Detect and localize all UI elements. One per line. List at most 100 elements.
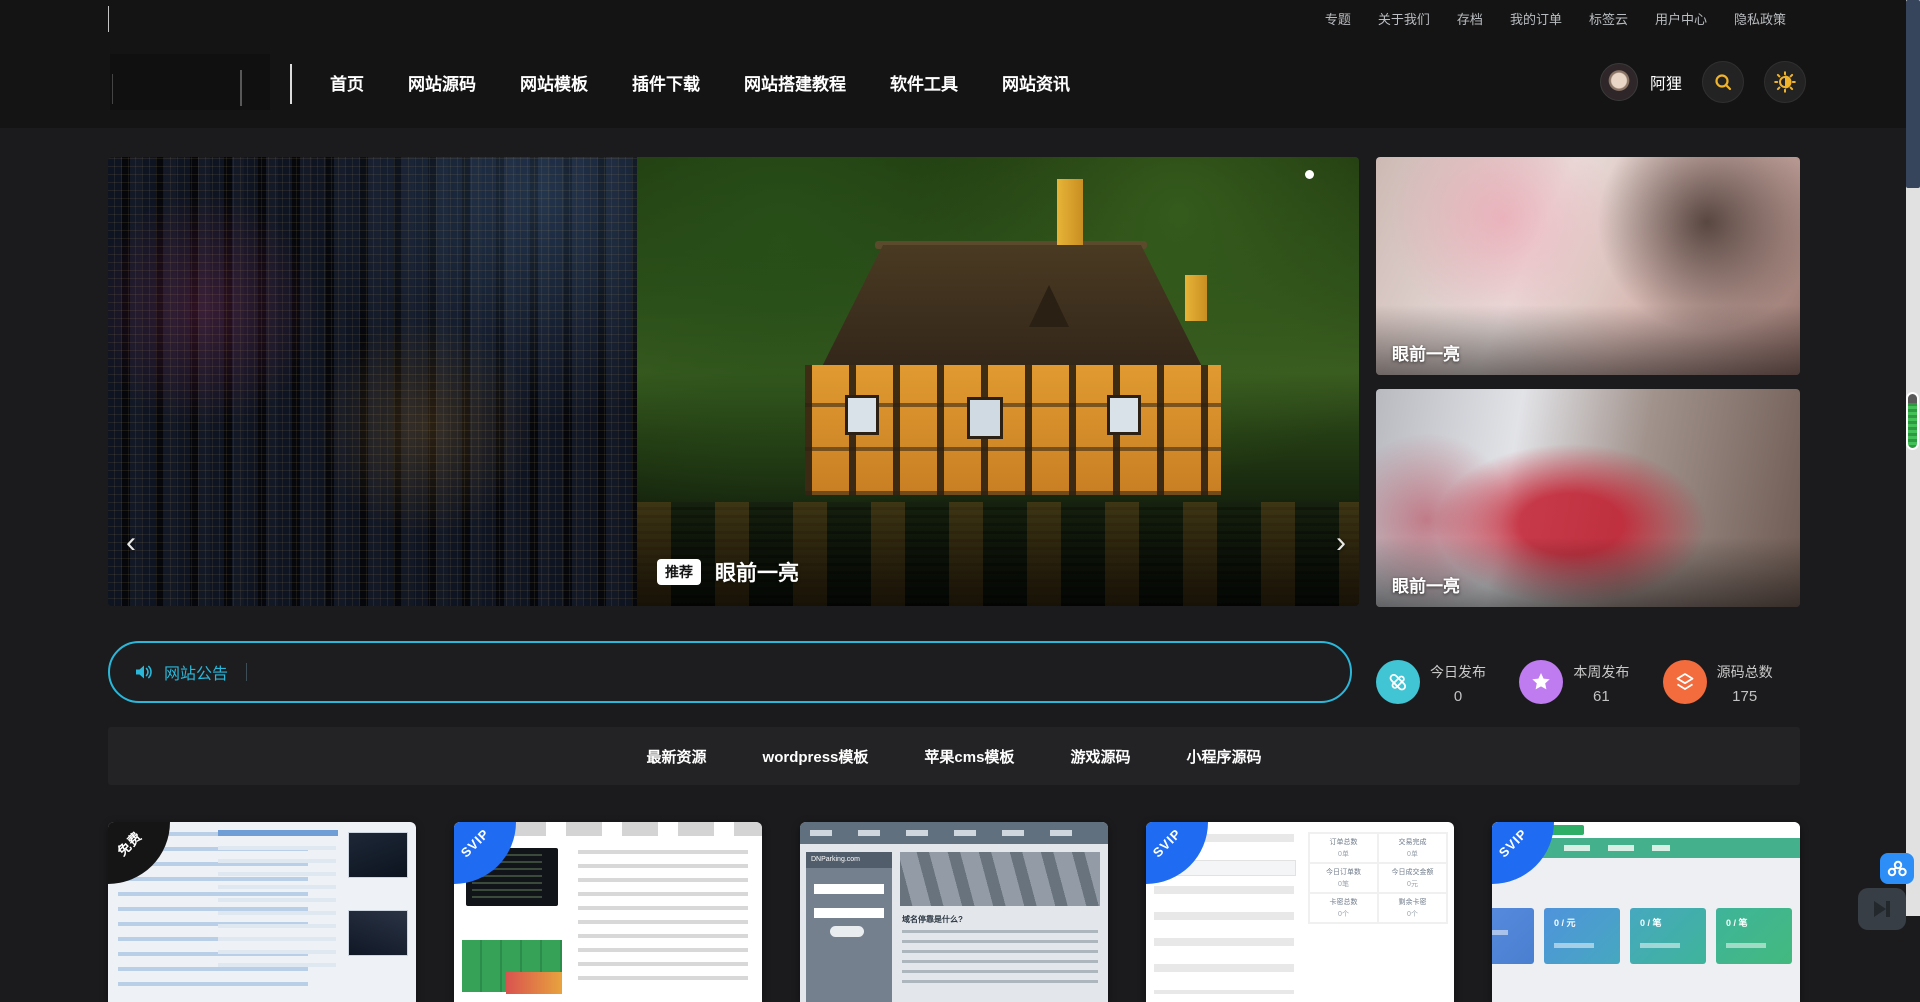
resource-card[interactable]: 0 / 元 0 / 笔 0 / 笔 SVIP (1492, 822, 1800, 1002)
nav-divider (290, 64, 292, 104)
slide-dim-overlay (108, 157, 637, 606)
resource-card[interactable]: 免费 (108, 822, 416, 1002)
nav-item-templates[interactable]: 网站模板 (520, 70, 588, 95)
nav-item-site-news[interactable]: 网站资讯 (1002, 70, 1070, 95)
thumbnail-image (348, 832, 408, 878)
resource-card[interactable]: SVIP (454, 822, 762, 1002)
stat-total: 源码总数 175 (1663, 660, 1806, 705)
topbar-link-privacy[interactable]: 隐私政策 (1734, 9, 1786, 28)
grid-label: 剩余卡密 (1381, 897, 1444, 907)
thumbnail-button (830, 926, 864, 937)
tab-wordpress[interactable]: wordpress模板 (763, 746, 869, 767)
topbar-link-topics[interactable]: 专题 (1325, 9, 1351, 28)
tile-value: 0 / 笔 (1726, 918, 1748, 928)
carousel-slide-city-night[interactable] (108, 157, 637, 606)
cottage-roof (797, 245, 1227, 365)
slide-title[interactable]: 眼前一亮 (715, 557, 799, 587)
grid-cell: 交易完成 0单 (1378, 833, 1447, 863)
user-area: 阿狸 (1600, 36, 1806, 128)
brightness-icon (1774, 71, 1796, 93)
search-icon (1713, 72, 1733, 92)
tile-sub (1726, 943, 1766, 948)
thumbnail-text-lines (218, 846, 336, 976)
scroll-progress-widget[interactable] (1906, 392, 1919, 450)
grid-label: 今日订单数 (1312, 867, 1375, 877)
site-logo[interactable] (110, 54, 270, 110)
resource-card[interactable]: DNParking.com 域名停靠是什么? (800, 822, 1108, 1002)
tile-value: 0 / 元 (1554, 918, 1576, 928)
grid-value: 0个 (1381, 909, 1444, 919)
logo-mark (112, 74, 113, 104)
thumbnail-input (814, 908, 884, 918)
nav-item-home[interactable]: 首页 (330, 70, 364, 95)
layers-icon (1663, 660, 1707, 704)
tile-value: 0 / 笔 (1640, 918, 1662, 928)
nav-item-source-code[interactable]: 网站源码 (408, 70, 476, 95)
grid-cell: 订单总数 0单 (1309, 833, 1378, 863)
thumbnail-heading (218, 830, 338, 836)
carousel-prev-button[interactable]: ‹ (116, 523, 146, 563)
carousel-next-button[interactable]: › (1326, 523, 1356, 563)
notice-divider (246, 663, 247, 681)
stat-today: 今日发布 0 (1376, 660, 1519, 705)
site-header: 专题 关于我们 存档 我的订单 标签云 用户中心 隐私政策 首页 网站源码 网站… (0, 0, 1920, 128)
tile-sub (1554, 943, 1594, 948)
stat-value: 0 (1454, 688, 1462, 705)
bandage-icon (1376, 660, 1420, 704)
side-card-1[interactable]: 眼前一亮 (1376, 157, 1800, 375)
thumbnail-banner (506, 972, 562, 994)
logo-mark (240, 70, 242, 106)
extension-button[interactable] (1880, 853, 1914, 884)
topbar-link-about[interactable]: 关于我们 (1378, 9, 1430, 28)
user-avatar[interactable] (1600, 63, 1638, 101)
ribbon-label: SVIP (1150, 826, 1184, 860)
thumbnail-text-lines (902, 930, 1098, 990)
topbar-link-archive[interactable]: 存档 (1457, 9, 1483, 28)
ribbon-label: SVIP (1496, 826, 1530, 860)
side-card-2[interactable]: 眼前一亮 (1376, 389, 1800, 607)
grid-label: 今日成交金额 (1381, 867, 1444, 877)
main-nav: 首页 网站源码 网站模板 插件下载 网站搭建教程 软件工具 网站资讯 (330, 36, 1070, 128)
play-next-icon[interactable] (1858, 888, 1906, 930)
theme-toggle-button[interactable] (1764, 61, 1806, 103)
stat-tile: 0 / 笔 (1716, 908, 1792, 964)
tab-applecms[interactable]: 苹果cms模板 (924, 746, 1014, 767)
notice-bar[interactable]: 网站公告 (108, 641, 1352, 703)
thumbnail-image (348, 910, 408, 956)
grid-value: 0个 (1312, 909, 1375, 919)
user-name[interactable]: 阿狸 (1650, 70, 1682, 94)
topbar-link-tags[interactable]: 标签云 (1589, 9, 1628, 28)
search-button[interactable] (1702, 61, 1744, 103)
carousel-indicator-dot[interactable] (1305, 170, 1314, 179)
tab-miniprogram[interactable]: 小程序源码 (1186, 746, 1261, 767)
stats-panel: 今日发布 0 本周发布 61 源码总数 175 (1376, 660, 1806, 705)
grid-label: 订单总数 (1312, 837, 1375, 847)
cottage-window (967, 397, 1003, 439)
tab-latest[interactable]: 最新资源 (647, 746, 707, 767)
stat-label: 本周发布 (1573, 662, 1629, 682)
stat-label: 今日发布 (1430, 662, 1486, 682)
stat-tile: 0 / 笔 (1630, 908, 1706, 964)
recommend-badge: 推荐 (657, 559, 701, 585)
grid-label: 交易完成 (1381, 837, 1444, 847)
scrollbar-thumb[interactable] (1906, 0, 1920, 188)
topbar-link-orders[interactable]: 我的订单 (1510, 9, 1562, 28)
nav-item-tutorials[interactable]: 网站搭建教程 (744, 70, 846, 95)
ribbon-label: 免费 (112, 826, 145, 859)
tab-game-source[interactable]: 游戏源码 (1070, 746, 1130, 767)
grid-value: 0元 (1381, 879, 1444, 889)
nav-item-software-tools[interactable]: 软件工具 (890, 70, 958, 95)
topbar-link-usercenter[interactable]: 用户中心 (1655, 9, 1707, 28)
resource-card[interactable]: 订单总数 0单 交易完成 0单 今日订单数 0笔 今日成交金额 0元 卡密总数 … (1146, 822, 1454, 1002)
stat-label: 源码总数 (1717, 662, 1773, 682)
star-icon (1519, 660, 1563, 704)
stat-week: 本周发布 61 (1519, 660, 1662, 705)
grid-value: 0单 (1381, 849, 1444, 859)
cottage-chimney (1057, 179, 1083, 249)
stat-tile: 0 / 元 (1544, 908, 1620, 964)
nav-item-plugins[interactable]: 插件下载 (632, 70, 700, 95)
grid-cell: 今日订单数 0笔 (1309, 863, 1378, 893)
carousel-slide-cottage[interactable]: 推荐 眼前一亮 (637, 157, 1359, 606)
grid-value: 0笔 (1312, 879, 1375, 889)
side-card-title: 眼前一亮 (1392, 340, 1460, 365)
